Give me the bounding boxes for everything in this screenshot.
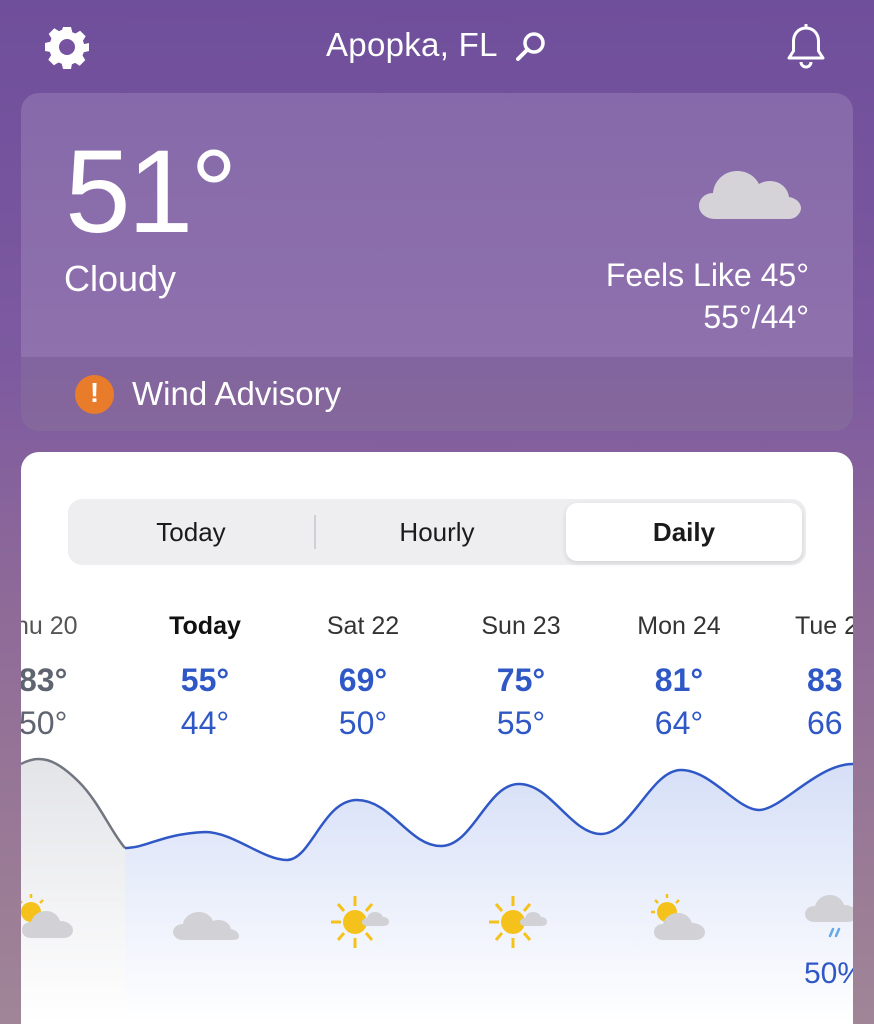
day-high: 81°: [654, 662, 704, 698]
precip-chance: 50%: [804, 957, 853, 990]
day-high: 55°: [180, 662, 230, 698]
partly-sunny-icon: [21, 894, 73, 938]
forecast-card: Today Hourly Daily hu 20 83° 50° Today 5…: [21, 452, 853, 1024]
day-low: 44°: [180, 705, 230, 741]
rain-icon: [805, 895, 853, 938]
current-conditions-card[interactable]: 51° Cloudy Feels Like 45° 55°/44° ! Wind…: [21, 93, 853, 431]
day-name: Tue 2: [795, 612, 853, 640]
cloud-icon: [699, 171, 801, 219]
day-high: 83: [807, 662, 843, 698]
day-low: 50°: [338, 705, 388, 741]
search-icon[interactable]: [514, 30, 548, 64]
day-name: Sat 22: [326, 612, 400, 640]
day-name: Mon 24: [637, 612, 721, 640]
current-condition: Cloudy: [64, 258, 177, 299]
day-name: hu 20: [21, 612, 78, 640]
tab-daily[interactable]: Daily: [566, 503, 802, 561]
temperature-curve: [21, 757, 853, 1024]
forecast-tab-bar: Today Hourly Daily: [68, 499, 806, 565]
day-name: Today: [169, 612, 241, 640]
day-column[interactable]: Mon 24 81° 64°: [599, 612, 759, 742]
sun-cloud-icon: [489, 896, 547, 948]
advisory-label[interactable]: Wind Advisory: [132, 375, 341, 413]
day-column[interactable]: Tue 2 83 66: [757, 612, 853, 742]
location-label[interactable]: Apopka, FL: [326, 26, 497, 63]
current-temperature: 51°: [65, 126, 237, 258]
feels-like: Feels Like 45°: [605, 257, 809, 293]
day-high: 69°: [338, 662, 388, 698]
day-column[interactable]: Sat 22 69° 50°: [283, 612, 443, 742]
sun-cloud-icon: [331, 896, 389, 948]
day-high: 83°: [21, 662, 68, 698]
day-column[interactable]: Sun 23 75° 55°: [441, 612, 601, 742]
day-high: 75°: [496, 662, 546, 698]
day-low: 55°: [496, 705, 546, 741]
partly-sunny-icon: [651, 894, 705, 940]
tab-hourly[interactable]: Hourly: [314, 499, 560, 565]
bell-icon[interactable]: [784, 24, 828, 72]
location-title[interactable]: Apopka, FL: [0, 26, 874, 64]
header: Apopka, FL: [0, 0, 874, 95]
day-column[interactable]: Today 55° 44°: [125, 612, 285, 742]
day-column[interactable]: hu 20 83° 50°: [21, 612, 135, 742]
day-name: Sun 23: [481, 612, 561, 640]
day-low: 66: [807, 705, 843, 741]
tab-today[interactable]: Today: [68, 499, 314, 565]
day-low: 64°: [654, 705, 704, 741]
high-low: 55°/44°: [703, 299, 809, 335]
day-low: 50°: [21, 705, 68, 741]
alert-icon: !: [75, 375, 114, 414]
cloud-icon: [173, 912, 239, 940]
